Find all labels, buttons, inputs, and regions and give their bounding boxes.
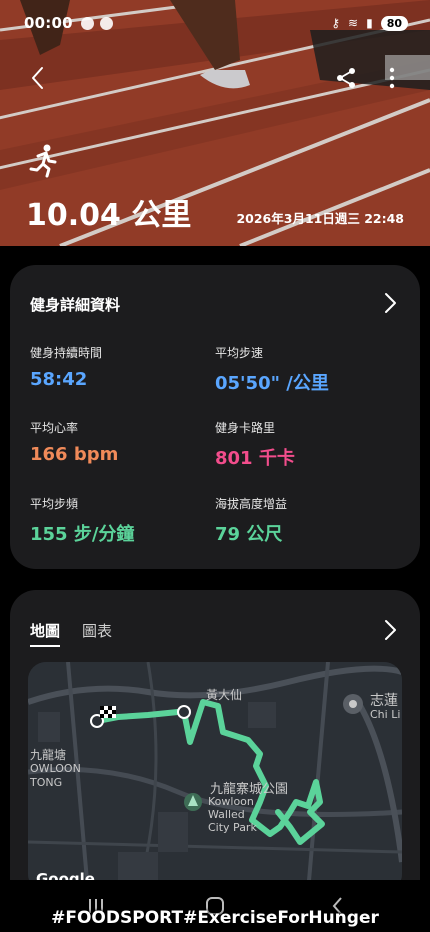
map-label: Kowloon <box>208 795 254 808</box>
stat-label: 平均心率 <box>30 421 79 435</box>
map-label: Walled <box>208 808 245 821</box>
stat-value: 05'50" /公里 <box>215 373 329 394</box>
running-icon <box>29 144 57 178</box>
key-icon: ⚷ <box>331 16 341 30</box>
battery-indicator: 80 <box>380 15 408 31</box>
hero-banner: 00:00 ⚷ ≋ ▮ 80 10.04 公里 2026年3月11日週三 22:… <box>0 0 430 246</box>
route-map[interactable]: 黃大仙 志蓮 Chi Li 九龍塘 OWLOON TONG 九龍寨城公園 Kow… <box>28 662 402 892</box>
whatsapp-icon <box>99 16 113 30</box>
map-label: TONG <box>30 776 63 789</box>
stat-label: 健身卡路里 <box>215 421 276 435</box>
stat-heart-rate: 平均心率 166 bpm <box>30 419 118 465</box>
stat-label: 海拔高度增益 <box>215 497 288 511</box>
temple-icon <box>343 694 363 714</box>
stat-value: 155 步/分鐘 <box>30 524 135 545</box>
tab-chart[interactable]: 圖表 <box>82 620 112 647</box>
stat-value: 79 公尺 <box>215 524 283 545</box>
chevron-right-icon[interactable] <box>382 618 398 642</box>
stat-elevation: 海拔高度增益 79 公尺 <box>215 495 287 546</box>
stat-label: 平均步頻 <box>30 497 79 511</box>
map-label: Chi Li <box>370 708 401 721</box>
chevron-right-icon[interactable] <box>382 291 398 315</box>
status-bar: 00:00 ⚷ ≋ ▮ 80 <box>0 0 430 46</box>
stat-pace: 平均步速 05'50" /公里 <box>215 344 329 395</box>
wifi-icon: ≋ <box>348 16 359 30</box>
map-label: 黃大仙 <box>206 688 243 702</box>
status-time: 00:00 <box>24 14 73 32</box>
stat-value: 166 bpm <box>30 444 119 465</box>
signal-icon: ▮ <box>366 16 373 30</box>
share-icon[interactable] <box>334 64 358 92</box>
card-title: 健身詳細資料 <box>30 296 121 314</box>
stat-cadence: 平均步頻 155 步/分鐘 <box>30 495 134 546</box>
stat-label: 平均步速 <box>215 346 264 360</box>
stat-label: 健身持續時間 <box>30 346 103 360</box>
map-label: 志蓮 <box>370 693 398 709</box>
start-marker <box>177 705 191 719</box>
map-label: OWLOON <box>30 762 81 775</box>
top-app-bar <box>0 56 430 100</box>
hashtag-caption: #FOODSPORT#ExerciseForHunger <box>51 908 379 928</box>
workout-details-card[interactable]: 健身詳細資料 健身持續時間 58:42 平均步速 05'50" /公里 平均心率… <box>10 265 420 569</box>
stat-value: 58:42 <box>30 369 88 390</box>
stat-duration: 健身持續時間 58:42 <box>30 344 102 390</box>
map-tabs: 地圖 圖表 <box>30 620 112 647</box>
stat-calories: 健身卡路里 801 千卡 <box>215 419 295 470</box>
flag-icon <box>100 706 116 718</box>
distance-value: 10.04 公里 <box>26 198 192 233</box>
map-label: City Park <box>208 821 257 834</box>
stat-value: 801 千卡 <box>215 448 295 469</box>
back-icon[interactable] <box>26 64 54 92</box>
tab-map[interactable]: 地圖 <box>30 620 61 647</box>
map-label: 九龍塘 <box>30 748 67 762</box>
workout-datetime: 2026年3月11日週三 22:48 <box>236 211 404 226</box>
more-icon[interactable] <box>380 64 404 92</box>
messenger-icon <box>80 16 94 30</box>
park-icon <box>184 793 202 811</box>
